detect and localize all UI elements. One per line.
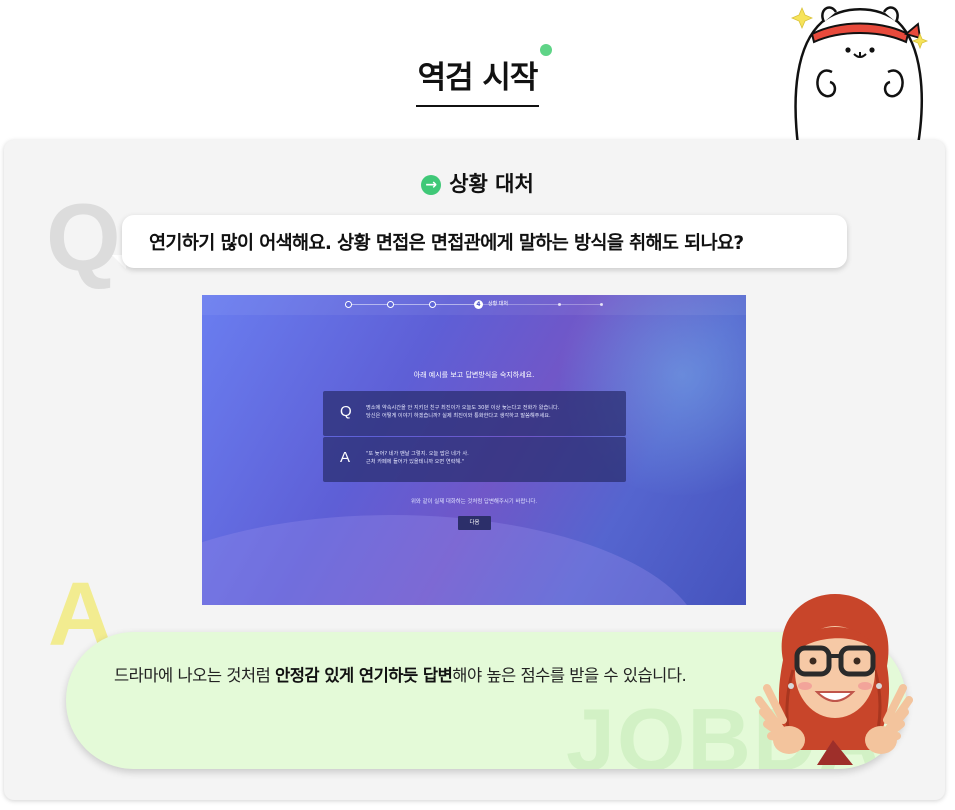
arrow-right-circle-icon: → <box>421 175 442 195</box>
progress-bar: 4 상황 대처 <box>202 295 746 315</box>
page-title: 역검 시작 <box>415 44 553 107</box>
progress-step-3 <box>429 301 436 308</box>
answer-text-bold: 안정감 있게 연기하듯 답변 <box>275 666 453 685</box>
progress-line-done <box>348 304 478 305</box>
question-bubble: 연기하기 많이 어색해요. 상황 면접은 면접관에게 말하는 방식을 취해도 되… <box>122 215 847 268</box>
example-question-line-2: 당신은 어떻게 이야기 하겠습니까? 실제 최진이와 통화한다고 생각하고 말씀… <box>366 412 551 419</box>
screenshot-instruction: 아래 예시를 보고 답변방식을 숙지하세요. <box>413 371 535 379</box>
answer-text: 드라마에 나오는 것처럼 안정감 있게 연기하듯 답변해야 높은 점수를 받을 … <box>114 662 687 686</box>
progress-step-2 <box>387 301 394 308</box>
next-button[interactable]: 다음 <box>458 516 491 530</box>
question-marker: Q <box>46 184 121 291</box>
example-answer-marker: A <box>340 449 351 466</box>
progress-step-active-label: 상황 대처 <box>488 301 508 307</box>
example-answer-box: A "또 늦어? 네가 맨날 그렇지. 오늘 밥은 네가 사. 근처 카페에 들… <box>323 437 626 482</box>
section-heading: → 상황 대처 <box>0 168 955 198</box>
memoji-avatar-illustration <box>755 594 913 765</box>
answer-text-after: 해야 높은 점수를 받을 수 있습니다. <box>452 666 687 685</box>
bear-mascot-illustration <box>790 6 929 145</box>
example-screenshot: 4 상황 대처 아래 예시를 보고 답변방식을 숙지하세요. Q 명소에 약속시… <box>202 295 746 605</box>
question-text: 연기하기 많이 어색해요. 상황 면접은 면접관에게 말하는 방식을 취해도 되… <box>149 232 744 254</box>
section-heading-text: 상황 대처 <box>449 172 534 196</box>
progress-step-5 <box>558 303 561 306</box>
example-question-text: 명소에 약속시간을 안 지키던 친구 최진이가 오늘도 30분 이상 늦는다고 … <box>366 405 559 421</box>
example-question-marker: Q <box>340 403 352 420</box>
progress-step-active: 4 <box>474 300 483 309</box>
example-answer-line-1: "또 늦어? 네가 맨날 그렇지. 오늘 밥은 네가 사. <box>366 451 469 457</box>
example-question-line-1: 명소에 약속시간을 안 지키던 친구 최진이가 오늘도 30분 이상 늦는다고 … <box>366 405 560 411</box>
example-answer-line-2: 근처 카페에 들어가 있을테니까 오면 연락해." <box>366 458 465 465</box>
screenshot-wave <box>202 515 702 605</box>
title-accent-dot <box>540 44 553 56</box>
progress-step-1 <box>345 301 352 308</box>
example-answer-text: "또 늦어? 네가 맨날 그렇지. 오늘 밥은 네가 사. 근처 카페에 들어가… <box>366 451 469 467</box>
progress-step-6 <box>600 303 603 306</box>
screenshot-footnote: 위와 같이 실제 대화하는 것처럼 답변해주시기 바랍니다. <box>410 499 538 505</box>
answer-text-before: 드라마에 나오는 것처럼 <box>114 666 276 685</box>
page-title-text: 역검 시작 <box>417 60 539 96</box>
example-question-box: Q 명소에 약속시간을 안 지키던 친구 최진이가 오늘도 30분 이상 늦는다… <box>323 391 626 436</box>
